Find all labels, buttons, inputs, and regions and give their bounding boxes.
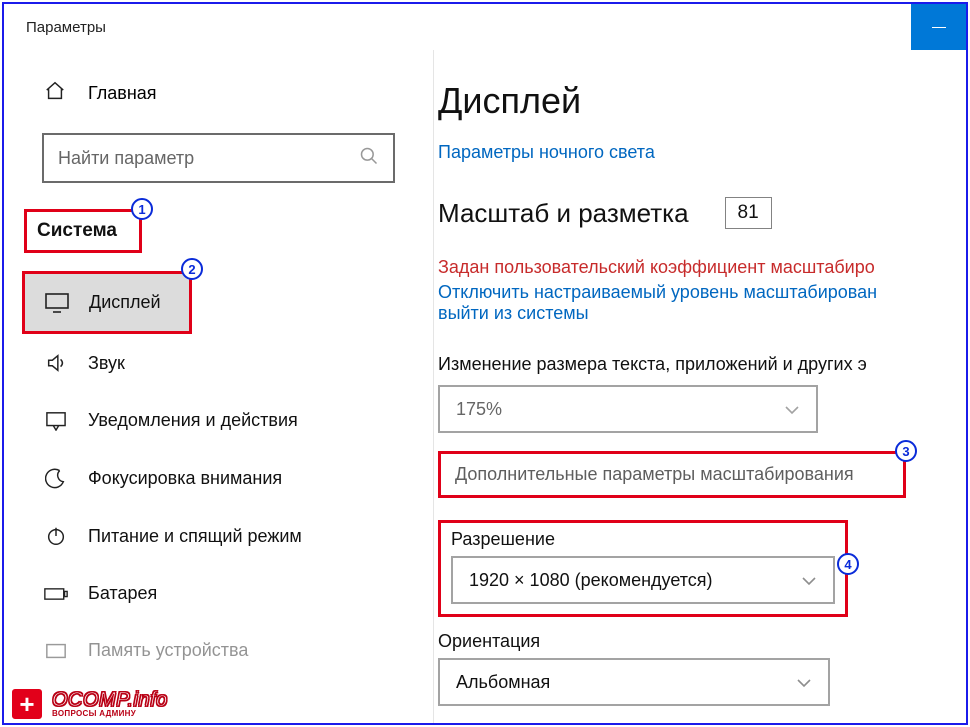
notifications-icon xyxy=(44,411,68,431)
resolution-highlight: 4 Разрешение 1920 × 1080 (рекомендуется) xyxy=(438,520,848,617)
sidebar-item-battery[interactable]: Батарея xyxy=(4,565,433,622)
watermark-logo: + OCOMP.info ВОПРОСЫ АДМИНУ xyxy=(10,687,168,721)
sidebar-item-label: Фокусировка внимания xyxy=(88,468,282,489)
minimize-button[interactable] xyxy=(911,4,966,50)
sidebar-item-sound[interactable]: Звук xyxy=(4,334,433,392)
page-title: Дисплей xyxy=(438,80,966,122)
home-label: Главная xyxy=(88,83,157,104)
window-title: Параметры xyxy=(26,19,106,36)
orientation-value: Альбомная xyxy=(456,672,550,693)
power-icon xyxy=(44,525,68,547)
sign-out-link[interactable]: выйти из системы xyxy=(438,303,966,324)
disable-scaling-link[interactable]: Отключить настраиваемый уровень масштаби… xyxy=(438,282,966,303)
sidebar-item-label: Звук xyxy=(88,353,125,374)
resolution-select[interactable]: 1920 × 1080 (рекомендуется) xyxy=(451,556,835,604)
sidebar-item-label: Память устройства xyxy=(88,640,248,661)
chevron-down-icon xyxy=(784,399,800,420)
sidebar-item-label: Дисплей xyxy=(89,292,161,313)
search-placeholder: Найти параметр xyxy=(58,148,194,169)
scale-header-text: Масштаб и разметка xyxy=(438,198,689,229)
scale-unknown-value: 81 xyxy=(725,197,772,229)
storage-icon xyxy=(44,642,68,660)
orientation-select[interactable]: Альбомная xyxy=(438,658,830,706)
annotation-badge-3: 3 xyxy=(895,440,917,462)
sound-icon xyxy=(44,352,68,374)
sidebar-item-notifications[interactable]: Уведомления и действия xyxy=(4,392,433,449)
category-system-highlight: Система 1 xyxy=(24,209,142,253)
resize-label: Изменение размера текста, приложений и д… xyxy=(438,354,966,375)
resolution-label: Разрешение xyxy=(451,529,835,550)
night-light-link[interactable]: Параметры ночного света xyxy=(438,142,966,163)
scale-selected-value: 175% xyxy=(456,399,502,420)
scale-section-header: Масштаб и разметка 81 xyxy=(438,197,966,229)
search-icon xyxy=(359,146,379,171)
moon-icon xyxy=(44,467,68,489)
advanced-scaling-link: Дополнительные параметры масштабирования xyxy=(455,464,854,484)
nav-display-highlight: 2 Дисплей xyxy=(22,271,192,334)
home-icon xyxy=(44,80,66,107)
resolution-value: 1920 × 1080 (рекомендуется) xyxy=(469,570,713,591)
sidebar-item-label: Питание и спящий режим xyxy=(88,526,302,547)
annotation-badge-1: 1 xyxy=(131,198,153,220)
watermark-sub: ВОПРОСЫ АДМИНУ xyxy=(52,710,168,718)
content-pane: Дисплей Параметры ночного света Масштаб … xyxy=(434,50,966,723)
sidebar-item-focus[interactable]: Фокусировка внимания xyxy=(4,449,433,507)
sidebar-item-power[interactable]: Питание и спящий режим xyxy=(4,507,433,565)
display-icon xyxy=(45,293,69,313)
scale-select[interactable]: 175% xyxy=(438,385,818,433)
chevron-down-icon xyxy=(801,570,817,591)
advanced-scaling-highlight[interactable]: 3 Дополнительные параметры масштабирован… xyxy=(438,451,906,498)
sidebar-item-storage[interactable]: Память устройства xyxy=(4,622,433,679)
chevron-down-icon xyxy=(796,672,812,693)
custom-scale-warning: Задан пользовательский коэффициент масшт… xyxy=(438,257,966,278)
category-label: Система xyxy=(37,220,117,242)
search-input[interactable]: Найти параметр xyxy=(42,133,395,183)
orientation-label: Ориентация xyxy=(438,631,966,652)
watermark-main: OCOMP.info xyxy=(52,690,168,710)
sidebar-item-label: Батарея xyxy=(88,583,157,604)
annotation-badge-4: 4 xyxy=(837,553,859,575)
sidebar: Главная Найти параметр Система 1 2 Диспл xyxy=(4,50,434,723)
titlebar: Параметры xyxy=(4,4,966,50)
sidebar-item-display[interactable]: Дисплей xyxy=(25,274,189,331)
battery-icon xyxy=(44,586,68,602)
sidebar-item-label: Уведомления и действия xyxy=(88,410,298,431)
annotation-badge-2: 2 xyxy=(181,258,203,280)
home-link[interactable]: Главная xyxy=(4,80,433,133)
plus-icon: + xyxy=(10,687,44,721)
